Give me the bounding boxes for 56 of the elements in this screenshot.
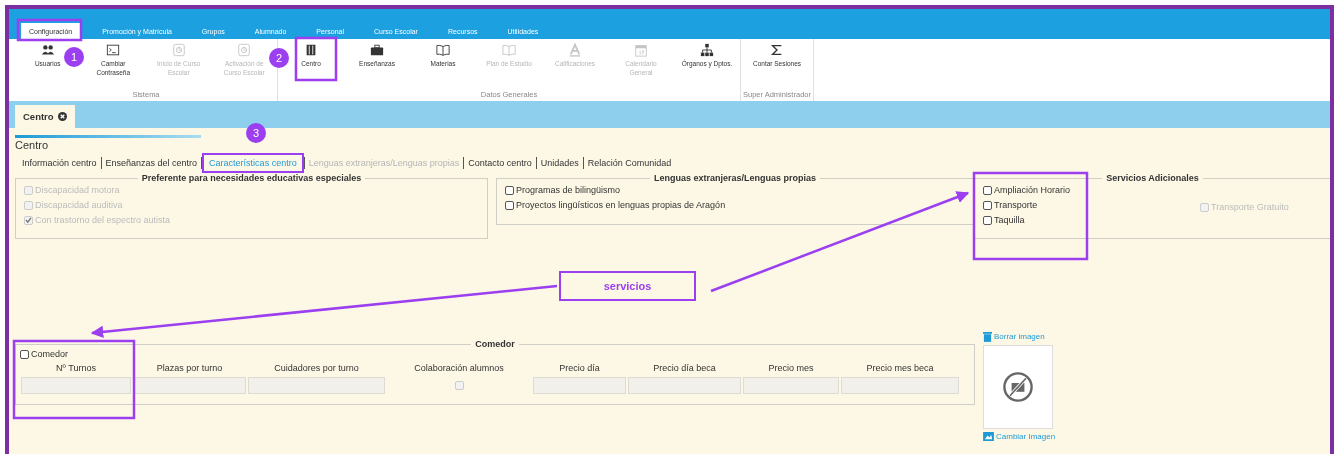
fieldset-legend: Lenguas extranjeras/Lenguas propias — [649, 173, 821, 183]
highlight-frame — [294, 36, 338, 82]
building-icon — [304, 43, 318, 57]
sub-tab[interactable]: Enseñanzas del centro — [101, 158, 202, 168]
checkbox-label: Con trastorno del espectro autista — [35, 215, 171, 225]
column-label: Colaboración alumnos — [413, 363, 505, 373]
checkbox-label: Programas de bilingüismo — [516, 185, 621, 195]
sigma-icon — [770, 43, 784, 57]
image-icon — [983, 432, 994, 441]
sub-tab[interactable]: Unidades — [536, 158, 583, 168]
book-icon — [436, 43, 450, 57]
users-icon — [40, 43, 55, 57]
column-label: Cuidadores por turno — [273, 363, 360, 373]
checkbox[interactable] — [983, 200, 992, 210]
checkbox[interactable] — [983, 185, 992, 195]
sub-tab[interactable]: Características centro — [205, 158, 301, 168]
checkbox-label: Comedor — [31, 349, 68, 359]
checkbox-label: Ampliación Horario — [994, 185, 1071, 195]
letter-icon — [568, 43, 582, 57]
checkbox-label: Transporte Gratuito — [1211, 202, 1289, 212]
column-label: Precio mes beca — [865, 363, 935, 373]
sub-tab[interactable]: Información centro — [18, 158, 101, 168]
fieldset-legend: Comedor — [471, 339, 519, 349]
checkbox-label: Discapacidad auditiva — [35, 200, 123, 210]
change-image-link[interactable]: Cambiar Imagen — [983, 432, 1056, 441]
book-icon — [502, 43, 516, 57]
highlight-frame — [16, 18, 83, 42]
fieldset-legend: Servicios Adicionales — [1102, 173, 1203, 183]
checkbox-label: Proyectos lingüísticos en lenguas propias de Aragón — [516, 200, 726, 210]
callout-label: servicios — [559, 271, 696, 301]
checkbox-label: Taquilla — [994, 215, 1025, 225]
close-icon[interactable] — [57, 112, 67, 121]
column-label: Precio mes — [767, 363, 815, 373]
checkbox-label: Transporte — [994, 200, 1038, 210]
delete-image-link[interactable]: Borrar imagen — [983, 331, 1056, 342]
checkbox[interactable] — [983, 215, 992, 225]
checkbox-label: Discapacidad motora — [35, 185, 120, 195]
terminal-icon — [106, 43, 121, 57]
checkbox[interactable] — [505, 200, 514, 210]
checkbox[interactable] — [505, 185, 514, 195]
no-image-icon — [1002, 371, 1034, 403]
column-label: Nº Turnos — [55, 363, 97, 373]
sub-tab[interactable]: Contacto centro — [464, 158, 536, 168]
org-chart-icon — [700, 43, 714, 57]
page-tab[interactable]: Centro — [15, 105, 75, 128]
column-label: Plazas por turno — [155, 363, 224, 373]
checkbox[interactable] — [20, 349, 29, 359]
column-label: Precio día beca — [652, 363, 717, 373]
calendar-icon — [634, 43, 648, 57]
page-tab-label: Centro — [23, 111, 54, 122]
section-heading: Centro — [15, 139, 50, 151]
sub-tab[interactable]: Relación Comunidad — [583, 158, 676, 168]
fieldset-legend: Preferente para necesidades educativas especiales — [137, 173, 366, 183]
column-label: Precio día — [558, 363, 601, 373]
trash-icon — [983, 331, 992, 342]
briefcase-icon — [370, 43, 384, 57]
